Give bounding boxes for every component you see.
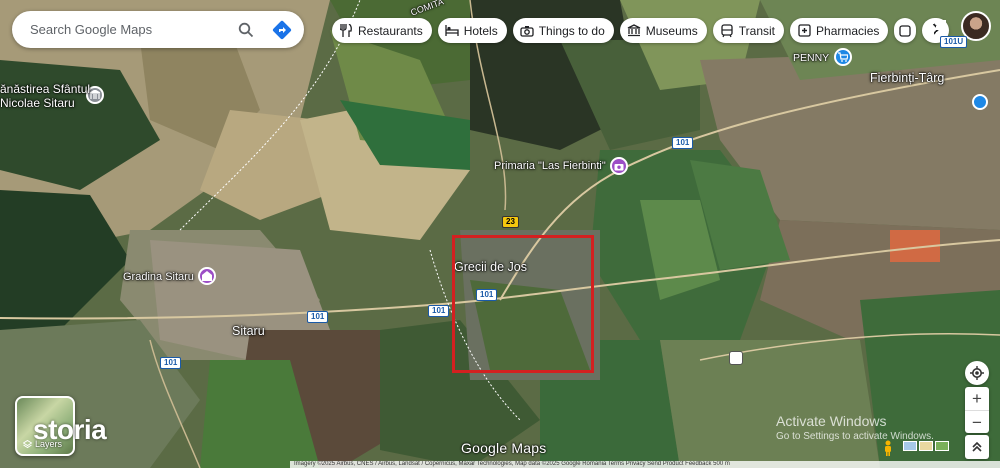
crosshair-icon — [970, 366, 984, 380]
activate-title: Activate Windows — [776, 413, 887, 429]
place-label-fierbinti[interactable]: Fierbinți-Târg — [870, 71, 944, 85]
road-shield-101: 101 — [672, 137, 694, 149]
garden-icon[interactable] — [198, 267, 216, 285]
zoom-in-button[interactable]: + — [965, 387, 989, 410]
road-shield-101: 101 — [307, 311, 329, 323]
my-location-button[interactable] — [965, 361, 989, 385]
place-label-gradina[interactable]: Gradina Sitaru — [123, 271, 194, 283]
transit-icon — [720, 23, 734, 38]
search-bar[interactable]: Search Google Maps — [12, 11, 304, 48]
shopping-cart-icon[interactable] — [834, 48, 852, 66]
chip-label: Restaurants — [358, 23, 423, 38]
hotel-icon — [445, 24, 459, 38]
restaurant-icon — [339, 24, 353, 38]
search-input[interactable]: Search Google Maps — [30, 22, 228, 37]
chip-label: Transit — [738, 23, 776, 38]
zoom-controls: + − — [965, 387, 989, 433]
chevron-up-double-icon — [972, 442, 982, 452]
highlight-rectangle — [452, 235, 594, 373]
search-icon[interactable] — [228, 12, 264, 48]
place-label-sitaru[interactable]: Sitaru — [232, 324, 265, 338]
place-label-manastirea-line2[interactable]: Nicolae Sitaru — [0, 96, 75, 110]
chip-museums[interactable]: Museums — [619, 18, 707, 43]
chip-label: Things to do — [538, 23, 605, 38]
zoom-out-button[interactable]: − — [965, 411, 989, 434]
category-chips: Restaurants Hotels Things to do Museums … — [332, 18, 950, 43]
attribution-footer: Imagery ©2025 Airbus, CNES / Airbus, Lan… — [290, 461, 1000, 468]
google-maps-logo: Google Maps — [461, 440, 547, 456]
category-icon — [899, 24, 912, 38]
camera-icon — [520, 24, 534, 38]
chip-label: Museums — [645, 23, 698, 38]
place-label-penny[interactable]: PENNY — [793, 52, 829, 64]
chip-things-to-do[interactable]: Things to do — [512, 18, 614, 43]
museum-icon — [627, 24, 641, 38]
chip-overflow[interactable] — [894, 18, 917, 43]
camera-icon[interactable] — [610, 157, 628, 175]
road-shield-101u: 101U — [940, 36, 968, 48]
place-label-primaria[interactable]: Primaria "Las Fierbinti" — [494, 160, 606, 172]
directions-icon[interactable] — [264, 12, 300, 48]
pharmacy-icon — [797, 24, 811, 38]
chip-restaurants[interactable]: Restaurants — [332, 18, 432, 43]
road-shield-101: 101 — [428, 305, 450, 317]
chip-label: Hotels — [463, 23, 498, 38]
thumbnail-satellite[interactable] — [935, 441, 949, 451]
chip-hotels[interactable]: Hotels — [437, 18, 507, 43]
thumbnail-terrain[interactable] — [903, 441, 917, 451]
road-shield-23: 23 — [502, 216, 519, 228]
pin-icon[interactable] — [972, 94, 988, 110]
chip-transit[interactable]: Transit — [712, 18, 785, 43]
chip-label: Pharmacies — [816, 23, 880, 38]
expand-button[interactable] — [965, 435, 989, 459]
pegman-icon[interactable] — [882, 440, 894, 456]
storia-watermark: storia — [33, 414, 107, 445]
chip-pharmacies[interactable]: Pharmacies — [790, 18, 889, 43]
train-station-icon[interactable] — [729, 351, 743, 365]
activate-windows-watermark: Activate Windows Go to Settings to activ… — [776, 413, 934, 442]
place-label-manastirea[interactable]: ănăstirea Sfântul — [0, 82, 90, 96]
road-shield-101: 101 — [160, 357, 182, 369]
thumbnail-traffic[interactable] — [919, 441, 933, 451]
satellite-map[interactable] — [0, 0, 1000, 468]
map-type-thumbnails[interactable] — [903, 441, 949, 451]
layers-icon — [23, 439, 32, 448]
